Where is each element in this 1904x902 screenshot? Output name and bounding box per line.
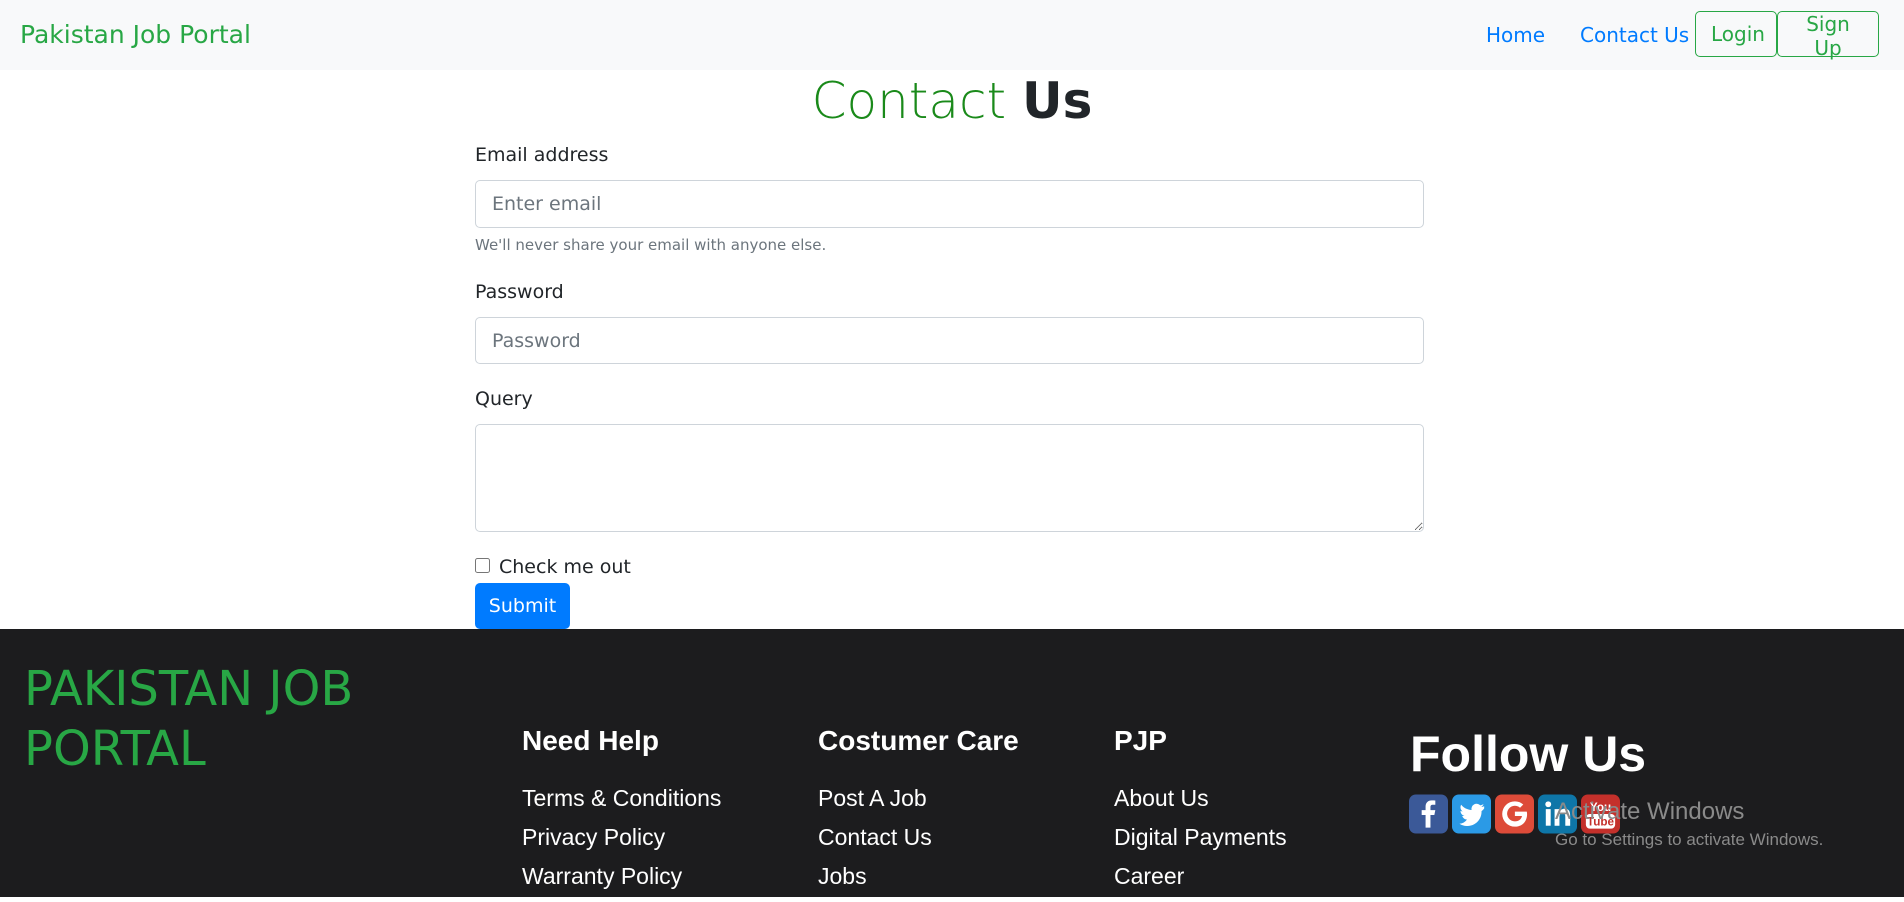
footer-link-digital-payments[interactable]: Digital Payments: [1114, 824, 1287, 863]
footer-link-warranty[interactable]: Warranty Policy: [522, 863, 721, 902]
page-title-part1: Contact: [811, 72, 1007, 130]
windows-activation-title: Activate Windows: [1555, 798, 1745, 825]
page-title: Contact Us: [0, 72, 1904, 130]
follow-us-title: Follow Us: [1410, 726, 1647, 782]
check-me-out-label[interactable]: Check me out: [499, 556, 631, 578]
password-label: Password: [475, 281, 564, 303]
brand-link[interactable]: Pakistan Job Portal: [20, 20, 251, 49]
footer-link-post-job[interactable]: Post A Job: [818, 785, 1019, 824]
nav-link-contact-us[interactable]: Contact Us: [1580, 23, 1689, 47]
twitter-icon[interactable]: [1452, 794, 1491, 834]
windows-activation-subtitle: Go to Settings to activate Windows.: [1555, 830, 1824, 849]
email-label: Email address: [475, 144, 609, 166]
footer: PAKISTAN JOB PORTAL Need Help Terms & Co…: [0, 629, 1904, 897]
footer-column-pjp: PJP About Us Digital Payments Career: [1114, 725, 1287, 902]
footer-link-contact-us[interactable]: Contact Us: [818, 824, 1019, 863]
login-button[interactable]: Login: [1695, 11, 1777, 57]
footer-column-title: Need Help: [522, 725, 659, 756]
footer-link-jobs[interactable]: Jobs: [818, 863, 1019, 902]
email-input[interactable]: [475, 180, 1424, 228]
footer-column-need-help: Need Help Terms & Conditions Privacy Pol…: [522, 725, 721, 902]
navbar: Pakistan Job Portal Home Contact Us Logi…: [0, 0, 1904, 70]
query-label: Query: [475, 388, 533, 410]
email-help-text: We'll never share your email with anyone…: [475, 236, 827, 254]
footer-link-career[interactable]: Career: [1114, 863, 1287, 902]
submit-button[interactable]: Submit: [475, 583, 570, 629]
footer-link-terms[interactable]: Terms & Conditions: [522, 785, 721, 824]
signup-button[interactable]: Sign Up: [1777, 11, 1879, 60]
facebook-icon[interactable]: [1409, 794, 1448, 834]
query-textarea[interactable]: [475, 424, 1424, 532]
footer-brand: PAKISTAN JOB PORTAL: [24, 661, 354, 777]
page-title-part2: Us: [1022, 72, 1093, 130]
nav-link-home[interactable]: Home: [1486, 23, 1545, 47]
google-icon[interactable]: [1495, 794, 1534, 834]
footer-column-customer-care: Costumer Care Post A Job Contact Us Jobs: [818, 725, 1019, 902]
footer-link-privacy[interactable]: Privacy Policy: [522, 824, 721, 863]
password-input[interactable]: [475, 317, 1424, 364]
check-me-out-checkbox[interactable]: [475, 558, 490, 573]
footer-column-title: PJP: [1114, 725, 1167, 756]
footer-column-title: Costumer Care: [818, 725, 1019, 756]
footer-link-about-us[interactable]: About Us: [1114, 785, 1287, 824]
